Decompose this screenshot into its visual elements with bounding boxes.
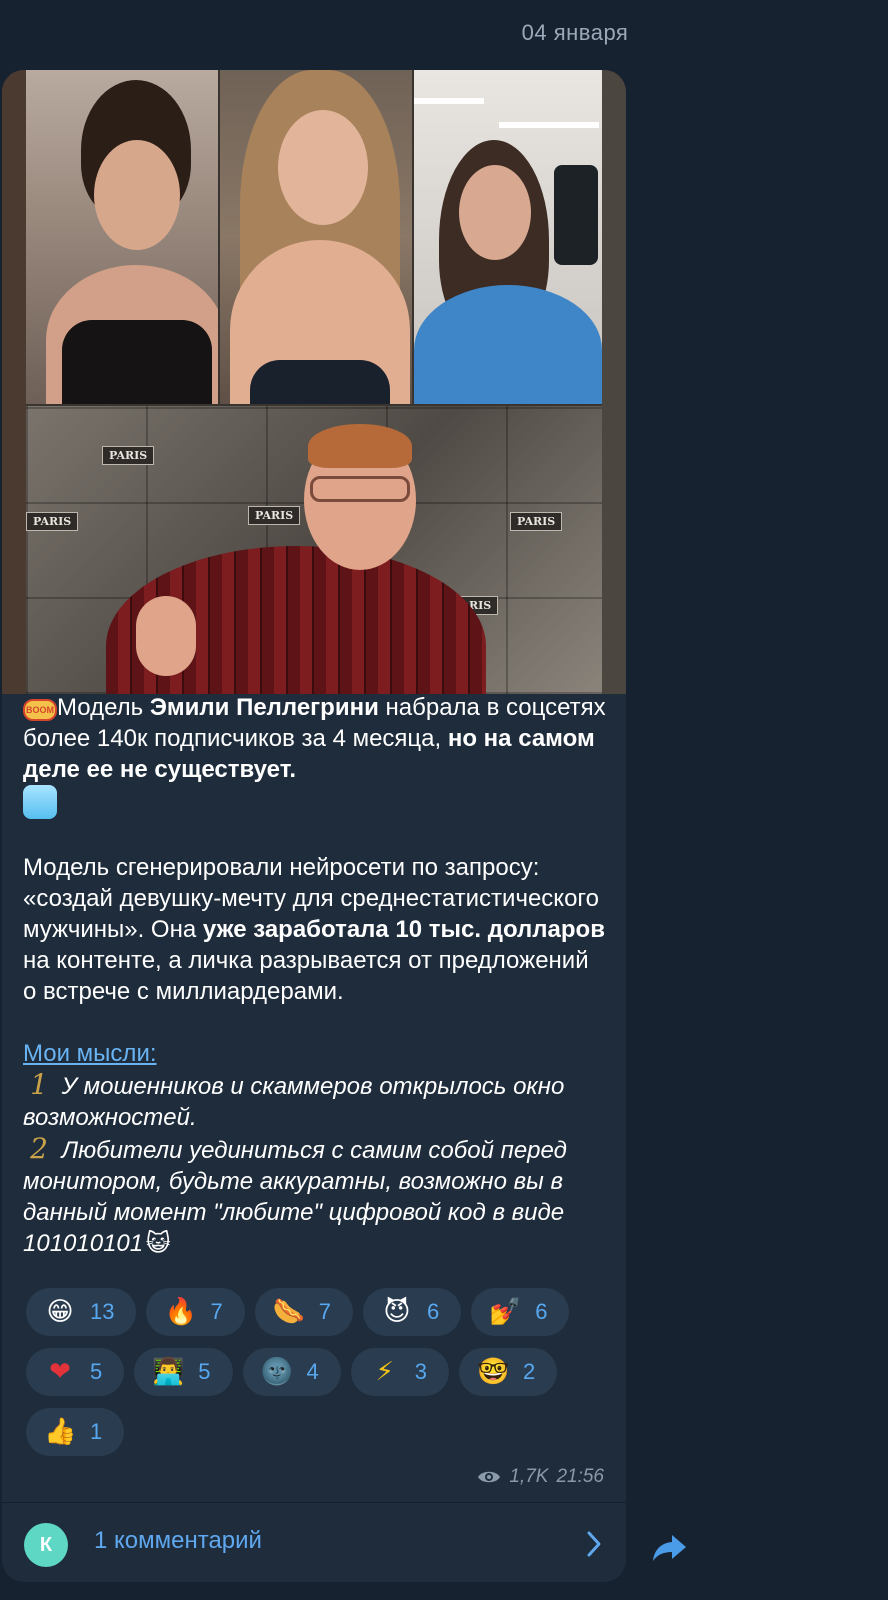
share-button[interactable] [648, 1528, 692, 1572]
reactions-row: 😁 13 🔥 7 🌭 7 😈 6 💅 6 [26, 1288, 606, 1336]
nail-polish-icon: 💅 [489, 1297, 522, 1327]
top-shape [62, 320, 212, 404]
reaction-new-moon-face[interactable]: 🌚 4 [242, 1348, 341, 1396]
reactions-row: ❤ 5 👨‍💻 5 🌚 4 ⚡ 3 🤓 2 [26, 1348, 606, 1396]
avatar: К [24, 1523, 68, 1567]
paragraph-2: Модель сгенерировали нейросети по запрос… [23, 852, 607, 1007]
wallpaper-label: PARIS [510, 512, 563, 531]
top-shape [250, 360, 390, 404]
collage-edge-left [2, 70, 26, 694]
text-fragment: на контенте, а личка разрывается от пред… [23, 947, 589, 1005]
comments-label: 1 комментарий [94, 1527, 262, 1554]
phone-shape [554, 165, 598, 265]
face-shape [94, 140, 180, 250]
reaction-count: 1 [90, 1419, 103, 1444]
comments-button[interactable]: К 1 комментарий [2, 1503, 626, 1582]
nerd-face-icon: 🤓 [477, 1357, 510, 1387]
reaction-count: 7 [318, 1299, 331, 1324]
eye-icon [477, 1469, 501, 1485]
thought-2: 2 Любители уединиться с самим собой пере… [23, 1133, 607, 1259]
reaction-fire[interactable]: 🔥 7 [146, 1288, 245, 1336]
reaction-count: 2 [523, 1359, 536, 1384]
photo-woman-selfie[interactable] [414, 70, 602, 404]
reaction-count: 3 [414, 1359, 427, 1384]
reaction-hotdog[interactable]: 🌭 7 [254, 1288, 353, 1336]
thumbs-up-icon: 👍 [44, 1417, 77, 1447]
glasses-shape [310, 476, 410, 502]
shelf-shape [499, 122, 599, 128]
message-bubble[interactable]: PARIS PARIS PARIS PARIS PARIS BOOM Модель… [2, 70, 626, 1582]
view-count: 1,7K [509, 1466, 549, 1487]
paragraph-1: BOOM Модель Эмили Пеллегрини набрала в со… [23, 692, 607, 821]
chevron-right-icon [584, 1529, 604, 1559]
photo-man-paris-wallpaper[interactable]: PARIS PARIS PARIS PARIS PARIS [26, 406, 602, 694]
thoughts-link[interactable]: Мои мысли: [23, 1040, 157, 1067]
photo-woman-smiling[interactable] [220, 70, 412, 404]
hair-shape [308, 424, 412, 468]
keycap-two-icon: 2 [30, 1132, 48, 1165]
custom-emoji-icon [23, 785, 57, 819]
reaction-technologist[interactable]: 👨‍💻 5 [134, 1348, 233, 1396]
text-fragment: Модель [57, 694, 150, 721]
reaction-nail-polish[interactable]: 💅 6 [471, 1288, 570, 1336]
bold-fragment: Эмили Пеллегрини [149, 694, 379, 721]
lightning-icon: ⚡ [375, 1357, 394, 1387]
message-meta: 1,7K 21:56 [477, 1466, 604, 1488]
reaction-count: 13 [90, 1299, 115, 1324]
face-shape [278, 110, 368, 225]
reaction-count: 5 [90, 1359, 103, 1384]
keycap-one-icon: 1 [30, 1068, 48, 1101]
devil-icon: 😈 [383, 1297, 411, 1327]
new-moon-face-icon: 🌚 [260, 1357, 293, 1387]
collage-edge-right [602, 70, 626, 694]
hotdog-icon: 🌭 [272, 1297, 306, 1327]
face-shape [459, 165, 531, 260]
date-separator: 04 января [521, 20, 629, 45]
hand-shape [136, 596, 196, 676]
chat-screen: 04 января PARIS PARIS PARIS PARIS PARIS … [0, 0, 888, 1600]
reaction-count: 6 [426, 1299, 440, 1324]
technologist-icon: 👨‍💻 [152, 1357, 185, 1387]
reaction-count: 6 [535, 1299, 548, 1324]
thought-text: У мошенников и скаммеров открылось окно … [23, 1073, 565, 1131]
photo-collage[interactable]: PARIS PARIS PARIS PARIS PARIS [2, 70, 626, 694]
photo-woman-black-top[interactable] [26, 70, 218, 404]
reaction-thumbs-up[interactable]: 👍 1 [26, 1408, 125, 1456]
thought-1: 1 У мошенников и скаммеров открылось окн… [23, 1069, 607, 1133]
reaction-nerd[interactable]: 🤓 2 [459, 1348, 558, 1396]
reaction-lightning[interactable]: ⚡ 3 [350, 1348, 449, 1396]
fire-icon: 🔥 [164, 1297, 197, 1327]
reaction-heart[interactable]: ❤ 5 [26, 1348, 125, 1396]
reactions-bar: 😁 13 🔥 7 🌭 7 😈 6 💅 6 ❤ 5 👨‍💻 5 🌚 4 ⚡ 3 🤓 2 👍 1 [26, 1288, 606, 1468]
thoughts-heading: Мои мысли: [23, 1038, 607, 1069]
reaction-count: 7 [210, 1299, 223, 1324]
wallpaper-label: PARIS [102, 446, 155, 465]
sweater-shape [414, 285, 602, 404]
reaction-grin[interactable]: 😁 13 [26, 1288, 137, 1336]
bold-fragment: уже заработала 10 тыс. долларов [202, 916, 605, 943]
boom-emoji-icon: BOOM [23, 699, 57, 721]
reaction-devil[interactable]: 😈 6 [362, 1288, 462, 1336]
thought-text: Любители уединиться с самим собой перед … [23, 1137, 567, 1257]
wallpaper-label: PARIS [248, 506, 301, 525]
cat-face-icon: 😺 [145, 1230, 171, 1257]
wallpaper-label: PARIS [26, 512, 79, 531]
post-text: BOOM Модель Эмили Пеллегрини набрала в со… [23, 692, 607, 1259]
share-arrow-icon [652, 1533, 688, 1568]
heart-icon: ❤ [49, 1357, 71, 1387]
message-time: 21:56 [556, 1466, 604, 1487]
reaction-count: 5 [198, 1359, 211, 1384]
reaction-count: 4 [306, 1359, 319, 1384]
shelf-shape [414, 98, 484, 104]
grin-icon: 😁 [46, 1297, 74, 1327]
reactions-row: 👍 1 [26, 1408, 606, 1456]
